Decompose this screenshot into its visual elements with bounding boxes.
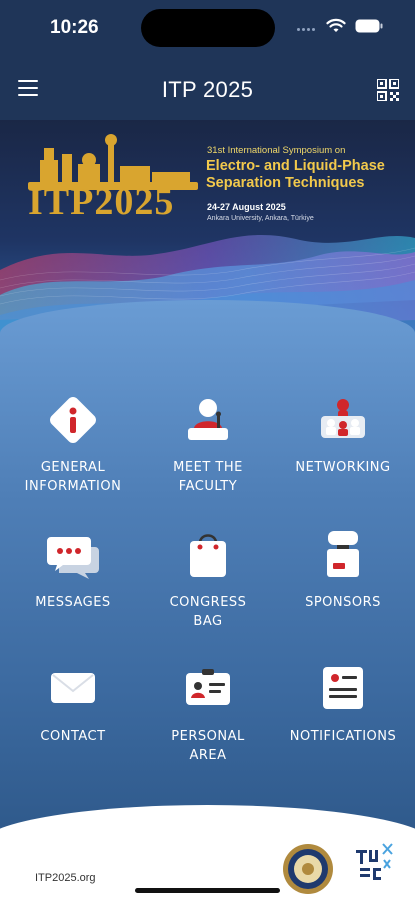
battery-icon — [355, 19, 383, 33]
tile-general-information[interactable]: GENERAL INFORMATION — [13, 392, 133, 496]
banner-headline-line2: Separation Techniques — [206, 175, 365, 191]
tile-label: MEET THE FACULTY — [173, 460, 243, 494]
tile-notifications[interactable]: NOTIFICATIONS — [283, 661, 403, 746]
banner-subtitle: 31st International Symposium on — [207, 145, 346, 156]
tile-label: NOTIFICATIONS — [289, 729, 397, 744]
tile-messages[interactable]: MESSAGES — [13, 527, 133, 612]
wifi-icon — [326, 18, 346, 32]
notification-board-icon — [315, 661, 371, 717]
banner-dates: 24-27 August 2025 — [207, 202, 286, 212]
camera-notch — [141, 9, 275, 47]
tile-label: NETWORKING — [295, 460, 391, 475]
tile-meet-the-faculty[interactable]: MEET THE FACULTY — [148, 392, 268, 496]
banner-logo-text: ITP2025 — [28, 181, 175, 223]
tuseb-logo — [356, 843, 393, 880]
qr-code-icon[interactable] — [377, 79, 399, 101]
tile-label: GENERAL INFORMATION — [24, 460, 122, 494]
sponsor-booth-icon — [315, 527, 371, 583]
tile-sponsors[interactable]: SPONSORS — [283, 527, 403, 612]
tile-contact[interactable]: CONTACT — [13, 661, 133, 746]
app-header: ITP 2025 — [0, 60, 415, 120]
tile-networking[interactable]: NETWORKING — [283, 392, 403, 477]
banner-headline-line1: Electro- and Liquid-Phase — [206, 158, 385, 174]
banner-headline: Electro- and Liquid-Phase Separation Tec… — [206, 158, 411, 192]
tile-label: PERSONAL AREA — [171, 729, 245, 763]
envelope-icon — [45, 661, 101, 717]
status-time: 10:26 — [50, 17, 99, 38]
status-bar: 10:26 — [0, 0, 415, 60]
tile-label: CONGRESS BAG — [169, 595, 247, 629]
university-seal-logo — [283, 844, 333, 894]
speaker-icon — [180, 392, 236, 448]
networking-icon — [315, 392, 371, 448]
tile-label: MESSAGES — [35, 595, 111, 610]
tile-congress-bag[interactable]: CONGRESS BAG — [148, 527, 268, 631]
chat-icon — [45, 527, 101, 583]
tile-personal-area[interactable]: PERSONAL AREA — [148, 661, 268, 765]
page-title: ITP 2025 — [161, 77, 254, 102]
tile-label: SPONSORS — [305, 595, 381, 610]
tile-label: CONTACT — [40, 729, 106, 744]
signal-icon — [297, 28, 317, 32]
home-indicator — [135, 888, 280, 893]
banner-venue: Ankara University, Ankara, Türkiye — [207, 215, 314, 222]
footer-url-link[interactable]: ITP2025.org — [35, 872, 96, 884]
info-icon — [45, 392, 101, 448]
panel-bottom-curve — [0, 805, 415, 865]
id-card-icon — [180, 661, 236, 717]
bag-icon — [180, 527, 236, 583]
